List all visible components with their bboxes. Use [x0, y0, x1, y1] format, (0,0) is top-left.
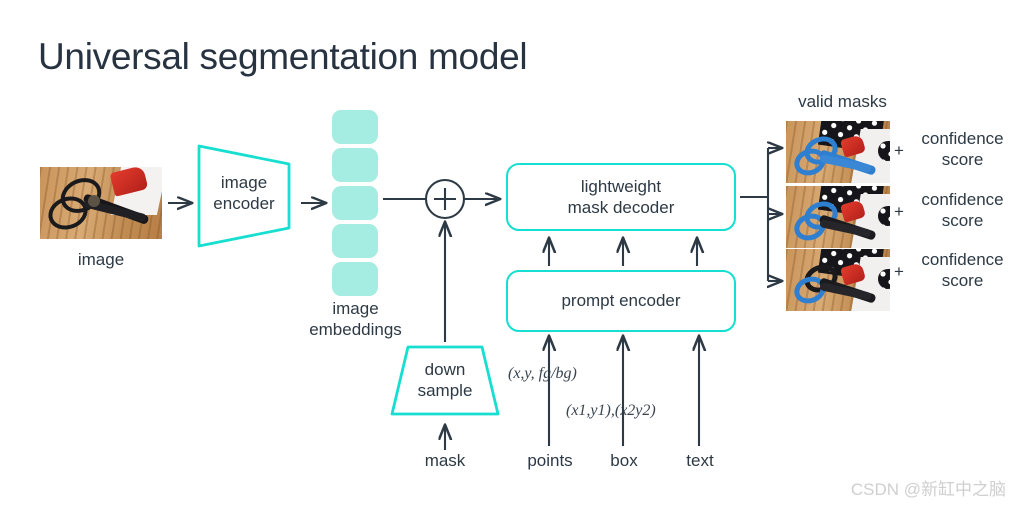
scissor-pivot — [88, 195, 100, 207]
output-mask-thumbnail-2 — [786, 186, 890, 248]
valid-masks-label: valid masks — [798, 92, 887, 111]
output-mask-thumbnail-1 — [786, 121, 890, 183]
sum-operator-icon — [424, 178, 466, 220]
down-sample-label: down sample — [386, 359, 504, 402]
image-embeddings-label-line1: image — [332, 299, 379, 318]
confidence-score-line1-1: confidence — [921, 129, 1004, 148]
down-sample-block: down sample — [386, 342, 504, 420]
points-annotation: (x,y, fg/bg) — [508, 365, 577, 382]
confidence-plus-1: + — [894, 141, 904, 160]
confidence-score-line1-3: confidence — [921, 250, 1004, 269]
image-encoder-label-line2: encoder — [213, 194, 275, 214]
confidence-score-line2-2: score — [941, 211, 984, 231]
prompt-encoder-label: prompt encoder — [561, 291, 681, 311]
image-encoder-block: image encoder — [192, 138, 296, 254]
down-sample-label-line2: sample — [417, 381, 473, 401]
confidence-score-label-1: confidence score — [906, 128, 1019, 171]
confidence-score-line1-2: confidence — [921, 190, 1004, 209]
output-mask-thumbnail-3 — [786, 249, 890, 311]
image-encoder-label-line1: image — [220, 173, 268, 192]
confidence-score-label-2: confidence score — [906, 189, 1019, 232]
diagram-canvas: Universal segmentation model image image… — [0, 0, 1024, 514]
mask-decoder-label-line1: lightweight — [580, 176, 662, 196]
embedding-block-4 — [332, 224, 378, 258]
embedding-block-2 — [332, 148, 378, 182]
input-image-thumbnail — [40, 167, 162, 239]
embedding-block-3 — [332, 186, 378, 220]
confidence-plus-3: + — [894, 262, 904, 281]
embedding-block-5 — [332, 262, 378, 296]
down-sample-label-line1: down — [424, 360, 466, 379]
prompt-input-label-mask: mask — [424, 451, 466, 470]
mask-decoder-box: lightweight mask decoder — [506, 163, 736, 231]
confidence-score-line2-3: score — [941, 271, 984, 291]
image-embeddings-label-line2: embeddings — [309, 320, 402, 340]
confidence-plus-2: + — [894, 202, 904, 221]
confidence-score-line2-1: score — [941, 150, 984, 170]
mask-decoder-label: lightweight mask decoder — [568, 176, 675, 219]
watermark: CSDN @新缸中之脑 — [850, 480, 1006, 499]
confidence-score-label-3: confidence score — [906, 249, 1019, 292]
page-title: Universal segmentation model — [38, 36, 528, 77]
input-image-label: image — [77, 250, 125, 269]
image-embeddings-label: image embeddings — [283, 298, 428, 341]
mask-decoder-label-line2: mask decoder — [567, 198, 675, 217]
box-annotation: (x1,y1),(x2y2) — [566, 402, 656, 419]
prompt-input-label-text: text — [686, 451, 714, 470]
prompt-encoder-box: prompt encoder — [506, 270, 736, 332]
embedding-block-1 — [332, 110, 378, 144]
image-encoder-label: image encoder — [192, 172, 296, 215]
